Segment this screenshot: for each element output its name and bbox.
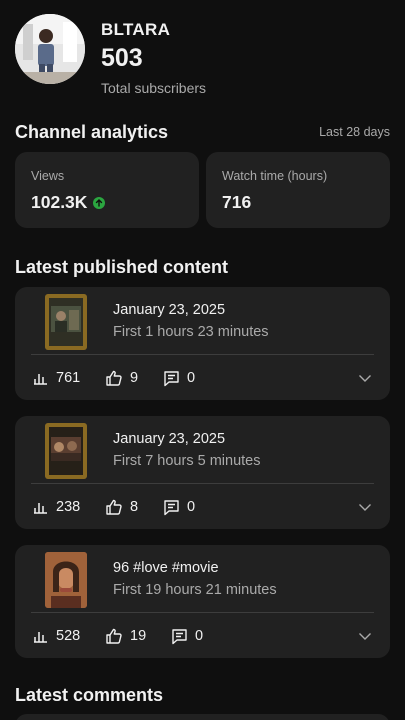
comments-stat: 0: [171, 628, 203, 645]
chevron-down-icon[interactable]: [358, 629, 372, 648]
likes-count: 19: [130, 628, 147, 644]
video-thumbnail[interactable]: [45, 552, 87, 608]
content-stats: 761 9 0: [33, 367, 195, 389]
video-thumbnail[interactable]: [45, 294, 87, 350]
watch-time-value-row: 716: [222, 192, 251, 213]
comment-icon: [164, 499, 179, 515]
thumbs-up-icon: [106, 628, 122, 644]
views-label: Views: [31, 169, 65, 183]
views-value: 102.3K: [31, 192, 88, 212]
latest-content-title: Latest published content: [15, 257, 229, 277]
content-card[interactable]: January 23, 2025 First 7 hours 5 minutes…: [15, 416, 390, 529]
video-thumbnail[interactable]: [45, 423, 87, 479]
watch-time-card[interactable]: Watch time (hours) 716: [206, 152, 390, 228]
chevron-down-icon[interactable]: [358, 371, 372, 390]
likes-count: 9: [130, 370, 139, 386]
divider: [31, 612, 374, 613]
subscriber-count: 503: [101, 44, 143, 72]
views-stat: 238: [33, 499, 105, 515]
content-subtitle: First 1 hours 23 minutes: [113, 324, 269, 340]
chevron-down-icon[interactable]: [358, 500, 372, 519]
channel-name: BLTARA: [101, 20, 171, 39]
content-subtitle: First 7 hours 5 minutes: [113, 453, 261, 469]
comment-icon: [164, 370, 179, 386]
views-stat: 528: [33, 628, 105, 644]
views-count: 238: [56, 499, 81, 515]
views-count: 761: [56, 370, 81, 386]
watch-time-label: Watch time (hours): [222, 169, 328, 183]
thumbs-up-icon: [106, 499, 122, 515]
comments-count: 0: [195, 628, 204, 644]
comments-stat: 0: [163, 370, 195, 387]
content-title: January 23, 2025: [113, 431, 226, 447]
channel-header: BLTARA 503 Total subscribers: [15, 14, 390, 104]
comments-count: 0: [187, 370, 196, 386]
comments-stat: 0: [163, 499, 195, 516]
content-title: 96 #love #movie: [113, 560, 219, 576]
subscriber-label: Total subscribers: [101, 80, 207, 96]
comments-card[interactable]: [15, 714, 390, 720]
divider: [31, 354, 374, 355]
channel-analytics-title: Channel analytics: [15, 122, 169, 142]
content-stats: 238 8 0: [33, 496, 195, 518]
views-value-row: 102.3K: [31, 192, 106, 213]
views-stat: 761: [33, 370, 105, 386]
divider: [31, 483, 374, 484]
bar-chart-icon: [34, 632, 47, 643]
content-title: January 23, 2025: [113, 302, 226, 318]
thumbs-up-icon: [106, 370, 122, 386]
views-card[interactable]: Views 102.3K: [15, 152, 199, 228]
watch-time-value: 716: [222, 192, 252, 212]
content-card[interactable]: January 23, 2025 First 1 hours 23 minute…: [15, 287, 390, 400]
content-card[interactable]: 96 #love #movie First 19 hours 21 minute…: [15, 545, 390, 658]
bar-chart-icon: [34, 503, 47, 514]
views-count: 528: [56, 628, 81, 644]
likes-stat: 8: [105, 498, 163, 516]
analytics-period[interactable]: Last 28 days: [319, 125, 390, 139]
comment-icon: [172, 628, 187, 644]
content-stats: 528 19 0: [33, 625, 203, 647]
likes-stat: 9: [105, 369, 163, 387]
arrow-up-icon: [93, 196, 106, 209]
latest-comments-title: Latest comments: [15, 685, 164, 705]
comments-count: 0: [187, 499, 196, 515]
likes-count: 8: [130, 499, 139, 515]
likes-stat: 19: [105, 627, 171, 645]
bar-chart-icon: [34, 374, 47, 385]
channel-avatar[interactable]: [15, 14, 85, 84]
content-subtitle: First 19 hours 21 minutes: [113, 582, 277, 598]
